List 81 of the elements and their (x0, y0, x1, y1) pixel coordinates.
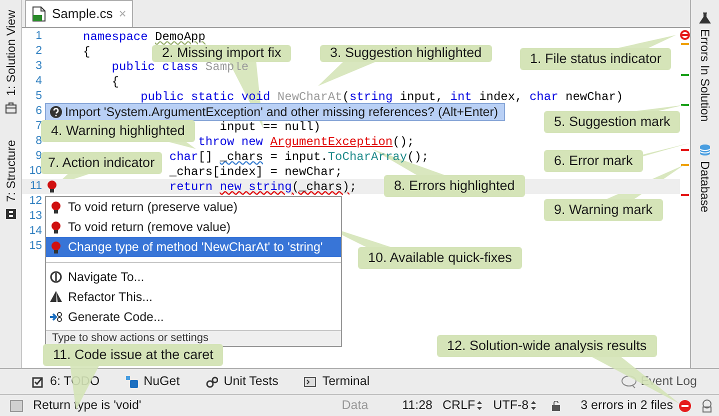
tool-window-tab[interactable]: 7: Structure (2, 140, 20, 202)
error-status-icon (679, 400, 691, 412)
tool-window-tab[interactable]: Errors In Solution (696, 29, 714, 122)
gears-icon (206, 376, 218, 388)
structure-icon (4, 208, 16, 220)
code-line: public static void NewCharAt(string input, int index, char newChar) (140, 90, 624, 102)
line-number: 3 (34, 60, 42, 72)
question-icon (50, 106, 62, 118)
checklist-icon (32, 376, 44, 388)
tool-window-button[interactable]: Unit Tests (206, 372, 278, 391)
lock-icon (550, 400, 561, 410)
stripe-mark[interactable] (681, 43, 689, 45)
up-down-icon (476, 400, 484, 411)
code-line: { (112, 76, 119, 88)
code-line: input == null) (220, 120, 321, 132)
callout: 9. Warning mark (544, 199, 663, 221)
tool-window-tab[interactable]: Database (696, 160, 714, 212)
stripe-mark[interactable] (681, 149, 689, 151)
line-number: 6 (34, 106, 42, 118)
briefcase-icon (4, 102, 16, 114)
lightbulb-icon (50, 240, 62, 254)
code-line: _chars[index] = newChar; (169, 166, 342, 178)
code-line: char[] _chars = input.ToCharArray(); (169, 150, 429, 162)
menu-item[interactable]: Generate Code... (46, 307, 341, 327)
line-number: 4 (34, 76, 42, 88)
callout: 12. Solution-wide analysis results (437, 335, 657, 357)
database-icon (699, 144, 711, 156)
menu-item[interactable]: To void return (preserve value) (46, 197, 341, 217)
line-number: 10 (28, 166, 42, 178)
encoding-selector[interactable]: UTF-8 (493, 396, 529, 415)
line-number: 11 (29, 180, 42, 192)
lightbulb-icon (50, 220, 62, 234)
menu-item[interactable]: To void return (remove value) (46, 217, 341, 237)
line-number: 13 (28, 210, 42, 222)
terminal-icon (304, 376, 316, 388)
line-number: 2 (34, 46, 42, 58)
line-number: 15 (28, 240, 42, 252)
line-number: 12 (28, 196, 42, 208)
hint-text: Import 'System.ArgumentException' and other missing references? (Alt+Enter) (65, 104, 498, 121)
line-number: 8 (34, 136, 42, 148)
stripe-mark[interactable] (681, 104, 689, 106)
lightbulb-icon (50, 200, 62, 214)
menu-item[interactable]: Change type of method 'NewCharAt' to 'string' (46, 237, 341, 257)
line-number: 7 (34, 120, 42, 132)
callout: 8. Errors highlighted (384, 175, 525, 197)
up-down-icon (530, 400, 537, 411)
menu-footer-hint: Type to show actions or settings (46, 330, 341, 346)
callout: 10. Available quick-fixes (358, 247, 522, 269)
arrow-chain-icon (50, 310, 62, 324)
code-line: { (83, 46, 90, 58)
inspector-icon (701, 398, 713, 412)
line-number: 14 (28, 226, 42, 238)
line-number: 5 (34, 90, 42, 102)
stripe-mark[interactable] (681, 74, 689, 76)
stripe-mark[interactable] (681, 164, 689, 166)
status-toggle-icon[interactable] (10, 400, 23, 412)
callout: 2. Missing import fix (152, 45, 292, 62)
file-icon (32, 6, 46, 22)
code-line: throw new ArgumentException(); (198, 136, 414, 148)
status-data: Data (342, 397, 368, 414)
line-ending-selector[interactable]: CRLF (442, 396, 476, 415)
tool-window-tab[interactable]: 1: Solution View (2, 10, 20, 96)
status-message: Return type is 'void' (33, 397, 142, 414)
caret-position[interactable]: 11:28 (402, 396, 433, 415)
error-summary[interactable]: 3 errors in 2 files (580, 396, 673, 415)
menu-item[interactable]: Navigate To... (46, 267, 341, 287)
tool-window-button[interactable]: NuGet (126, 372, 180, 391)
compass-icon (50, 270, 62, 284)
line-number: 9 (34, 150, 42, 162)
squares-icon (126, 376, 138, 388)
code-line: return new string(_chars); (169, 180, 357, 192)
editor-tab[interactable]: Sample.cs × (25, 0, 134, 27)
stripe-mark[interactable] (681, 194, 689, 196)
line-number: 1 (34, 30, 42, 42)
tool-window-button[interactable]: Terminal (304, 372, 370, 391)
menu-item[interactable]: Refactor This... (46, 287, 341, 307)
flask-icon (699, 12, 711, 24)
code-line: namespace DemoApp (83, 30, 206, 42)
callout: 3. Suggestion highlighted (320, 45, 492, 62)
callout: 6. Error mark (544, 150, 643, 172)
pyramid-icon (50, 290, 62, 304)
